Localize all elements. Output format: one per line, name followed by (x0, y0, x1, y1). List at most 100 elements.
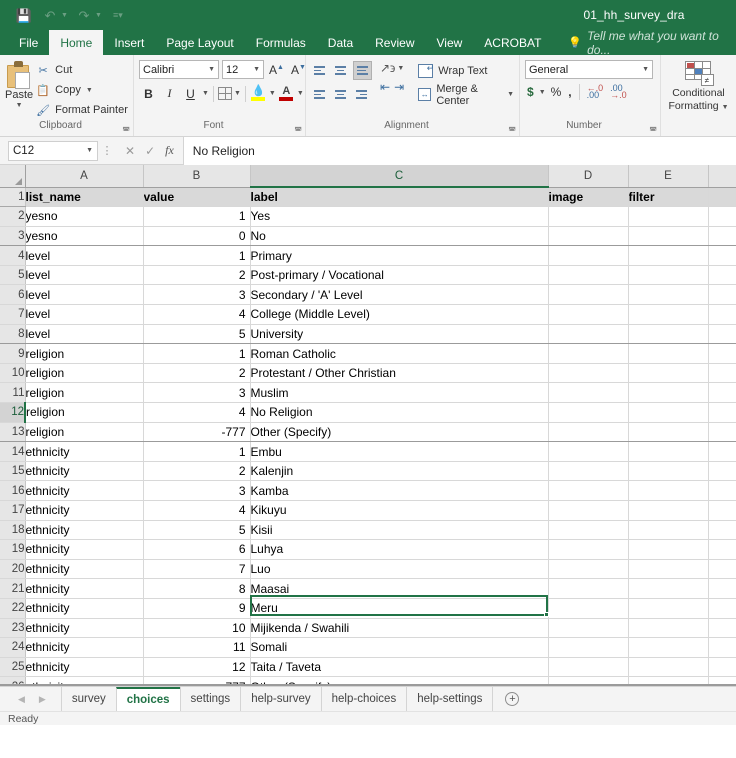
next-sheet-icon[interactable]: ▶ (39, 694, 46, 705)
sheet-tab-survey[interactable]: survey (60, 687, 117, 711)
cell-A5[interactable]: level (25, 265, 144, 286)
cell-E20[interactable] (628, 559, 709, 580)
cell-A7[interactable]: level (25, 304, 144, 325)
cell-D25[interactable] (548, 657, 629, 678)
formula-bar-grip[interactable]: ⋮ (98, 144, 116, 157)
cell-A22[interactable]: ethnicity (25, 598, 144, 619)
cell-F25[interactable] (708, 657, 736, 678)
cell-C12[interactable]: No Religion (250, 402, 549, 423)
alignment-dialog-launcher-icon[interactable]: ◚ (508, 126, 516, 135)
cell-F16[interactable] (708, 480, 736, 501)
cell-A24[interactable]: ethnicity (25, 637, 144, 658)
cell-B11[interactable]: 3 (143, 382, 251, 404)
cell-A11[interactable]: religion (25, 382, 144, 404)
number-format-combo[interactable]: General ▼ (525, 60, 653, 79)
chevron-down-icon[interactable]: ▼ (86, 87, 93, 94)
cell-C10[interactable]: Protestant / Other Christian (250, 363, 549, 384)
cell-C3[interactable]: No (250, 226, 549, 247)
row-header-25[interactable]: 25 (0, 657, 26, 678)
cell-C21[interactable]: Maasai (250, 578, 549, 599)
cell-E16[interactable] (628, 480, 709, 501)
align-center-button[interactable] (332, 85, 351, 104)
cell-F3[interactable] (708, 226, 736, 247)
cell-A25[interactable]: ethnicity (25, 657, 144, 678)
cell-A23[interactable]: ethnicity (25, 618, 144, 639)
cell-B22[interactable]: 9 (143, 598, 251, 619)
sheet-tab-help-choices[interactable]: help-choices (320, 687, 408, 711)
spreadsheet-grid[interactable]: A B C D E 1 list_name value label image filte… (0, 165, 736, 686)
number-dialog-launcher-icon[interactable]: ◚ (649, 126, 657, 135)
cell-A19[interactable]: ethnicity (25, 539, 144, 560)
cell-D24[interactable] (548, 637, 629, 658)
font-color-dropdown-icon[interactable]: ▼ (297, 90, 304, 97)
cell-B10[interactable]: 2 (143, 363, 251, 384)
cell-B12[interactable]: 4 (143, 402, 251, 423)
cell-D4[interactable] (548, 245, 629, 266)
select-all-corner[interactable] (0, 165, 26, 188)
name-box[interactable]: C12 ▼ (8, 140, 98, 161)
row-header-1[interactable]: 1 (0, 187, 26, 208)
cell-C13[interactable]: Other (Specify) (250, 422, 549, 443)
cell-A17[interactable]: ethnicity (25, 500, 144, 521)
cell-F2[interactable] (708, 206, 736, 227)
cell-E18[interactable] (628, 520, 709, 541)
tell-me-search[interactable]: 💡 Tell me what you want to do... (552, 29, 736, 57)
cell-C9[interactable]: Roman Catholic (250, 343, 549, 364)
fill-color-dropdown-icon[interactable]: ▼ (269, 90, 276, 97)
cell-E15[interactable] (628, 461, 709, 482)
borders-icon[interactable] (217, 87, 232, 100)
cancel-entry-icon[interactable]: ✕ (125, 144, 135, 158)
increase-indent-icon[interactable]: ⇥ (394, 80, 404, 94)
cell-D13[interactable] (548, 422, 629, 443)
row-header-17[interactable]: 17 (0, 500, 26, 521)
cell-A15[interactable]: ethnicity (25, 461, 144, 482)
borders-dropdown-icon[interactable]: ▼ (234, 90, 241, 97)
cell-E2[interactable] (628, 206, 709, 227)
cell-C22[interactable]: Meru (250, 598, 549, 619)
cell-F24[interactable] (708, 637, 736, 658)
cell-E5[interactable] (628, 265, 709, 286)
cell-B5[interactable]: 2 (143, 265, 251, 286)
sheet-tab-choices[interactable]: choices (115, 687, 181, 711)
fill-color-button[interactable]: 💧 (250, 86, 267, 101)
decrease-decimal-button[interactable]: .00 →.0 (608, 84, 629, 100)
cell-F6[interactable] (708, 284, 736, 306)
cell-F4[interactable] (708, 245, 736, 266)
ribbon-tab-acrobat[interactable]: ACROBAT (473, 30, 552, 55)
underline-dropdown-icon[interactable]: ▼ (202, 90, 209, 97)
row-header-23[interactable]: 23 (0, 618, 26, 639)
ribbon-tab-data[interactable]: Data (317, 30, 364, 55)
cell-F21[interactable] (708, 578, 736, 599)
cell-A10[interactable]: religion (25, 363, 144, 384)
formula-input[interactable]: No Religion (182, 136, 736, 165)
cell-C4[interactable]: Primary (250, 245, 549, 266)
cell-A16[interactable]: ethnicity (25, 480, 144, 501)
clipboard-dialog-launcher-icon[interactable]: ◚ (122, 126, 130, 135)
cell-D8[interactable] (548, 324, 629, 345)
cell-C11[interactable]: Muslim (250, 382, 549, 404)
align-middle-button[interactable] (332, 61, 351, 80)
italic-button[interactable]: I (160, 84, 179, 103)
cell-E7[interactable] (628, 304, 709, 325)
column-header-d[interactable]: D (548, 165, 629, 188)
cell-F19[interactable] (708, 539, 736, 560)
column-header-e[interactable]: E (628, 165, 709, 188)
cell-B3[interactable]: 0 (143, 226, 251, 247)
cell-E10[interactable] (628, 363, 709, 384)
cell-C18[interactable]: Kisii (250, 520, 549, 541)
cell-D20[interactable] (548, 559, 629, 580)
row-header-22[interactable]: 22 (0, 598, 26, 619)
cell-F22[interactable] (708, 598, 736, 619)
increase-decimal-button[interactable]: ←.0.00 (585, 84, 606, 100)
copy-button[interactable]: 📋 Copy ▼ (33, 81, 131, 99)
row-header-12[interactable]: 12 (0, 402, 26, 423)
cell-C17[interactable]: Kikuyu (250, 500, 549, 521)
underline-button[interactable]: U (181, 84, 200, 103)
currency-dropdown-icon[interactable]: ▼ (539, 89, 546, 96)
cell-F7[interactable] (708, 304, 736, 325)
column-header-c[interactable]: C (250, 165, 549, 188)
cell-E21[interactable] (628, 578, 709, 599)
cell-B13[interactable]: -777 (143, 422, 251, 443)
cell-A8[interactable]: level (25, 324, 144, 345)
sheet-tab-help-survey[interactable]: help-survey (240, 687, 322, 711)
